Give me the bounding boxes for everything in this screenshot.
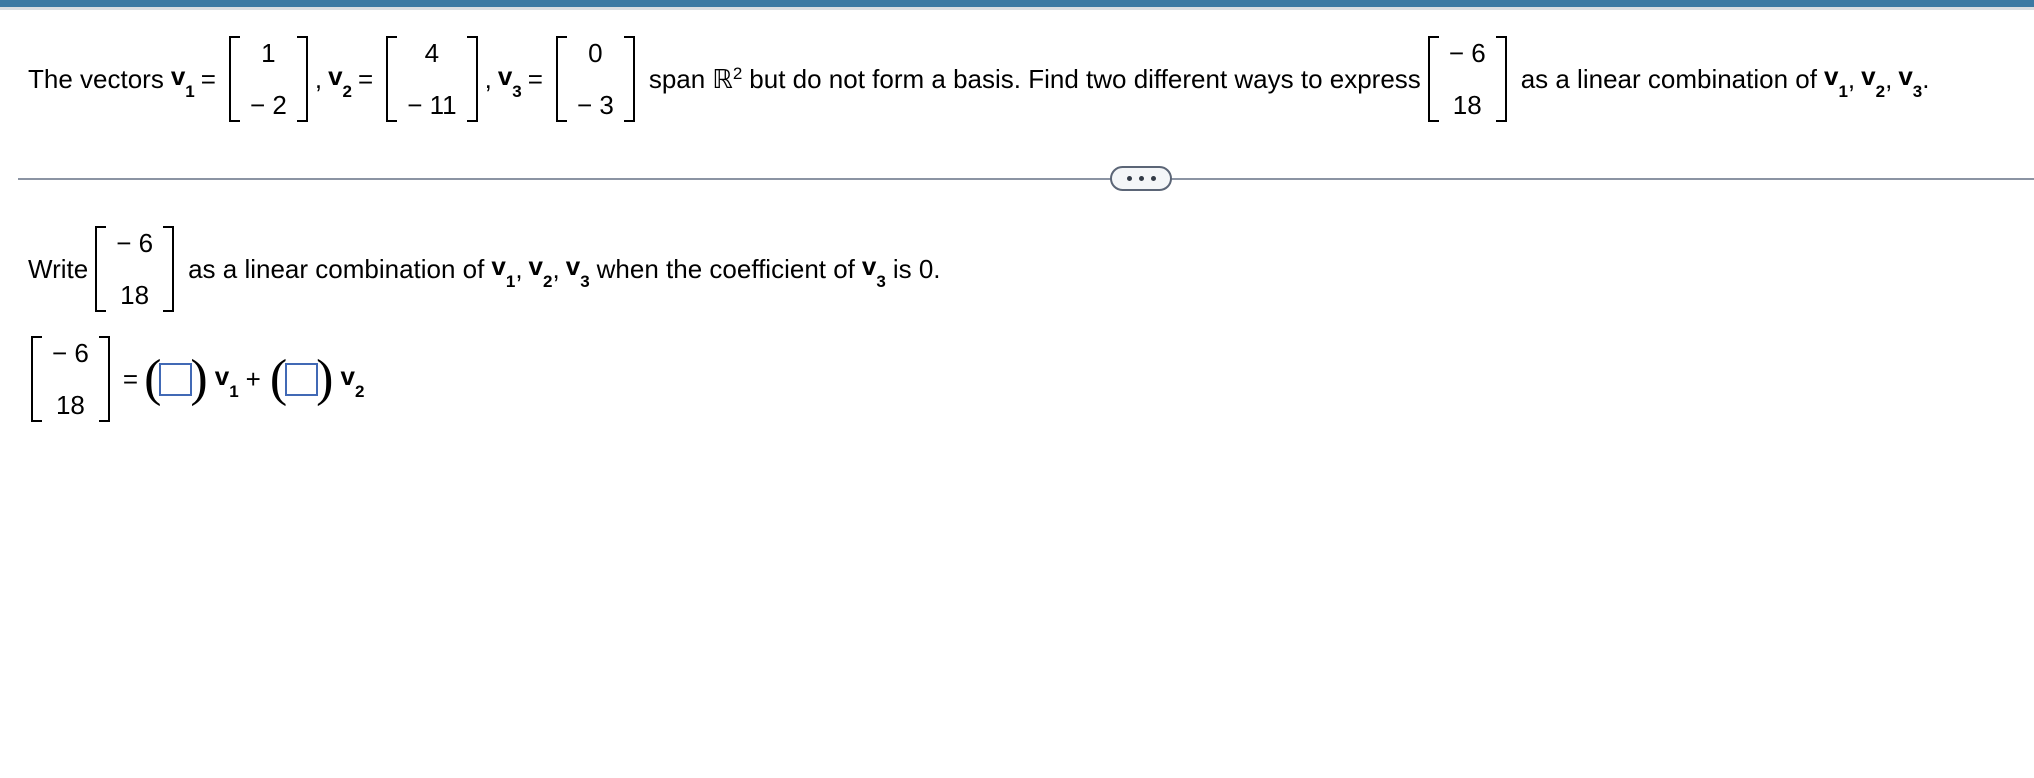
matrix-cell: 18	[1452, 90, 1482, 120]
separator-comma: ,	[515, 253, 523, 284]
matrix-cell: − 6	[116, 228, 154, 258]
equation-term2-label: v2	[340, 361, 365, 402]
sentence-period: .	[1922, 63, 1930, 94]
bracket-right	[163, 226, 175, 312]
vector-v1-matrix: 1 − 2	[228, 36, 308, 122]
write-vector-v1-label: v1	[491, 251, 516, 292]
matrix-cell: − 11	[407, 90, 457, 120]
separator-comma: ,	[314, 63, 323, 94]
problem-statement: The vectors v1 = 1 − 2 , v2 = 4 − 11 , v…	[0, 10, 2034, 122]
v1-equals-sign: =	[200, 63, 216, 94]
write-vector-v2-label: v2	[528, 251, 553, 292]
answer-section: Write − 6 18 as a linear combination of …	[0, 192, 2034, 422]
answer-equation: − 6 18 = ( ) v1 + ( ) v2	[24, 336, 2034, 422]
equation-equals-sign: =	[122, 363, 139, 394]
write-text: Write	[28, 253, 89, 284]
tail-vector-v1-label: v1	[1823, 61, 1848, 102]
close-paren-2: )	[316, 349, 334, 407]
problem-lead-text: The vectors	[28, 63, 164, 94]
v2-equals-sign: =	[358, 63, 374, 94]
ellipsis-dot-icon	[1138, 176, 1144, 181]
write-mid-text: as a linear combination of	[188, 253, 485, 284]
bracket-left	[555, 36, 567, 122]
bracket-right	[623, 36, 635, 122]
open-paren-1: (	[144, 349, 162, 407]
span-word: span	[648, 63, 706, 94]
coefficient-1-input[interactable]	[159, 362, 193, 396]
matrix-cell: 18	[55, 390, 85, 420]
bracket-right	[98, 336, 110, 422]
target-vector-matrix: − 6 18	[1427, 36, 1507, 122]
bracket-left	[31, 336, 42, 422]
matrix-cell: 18	[120, 280, 150, 310]
divider-line	[18, 178, 2034, 180]
problem-mid-text: but do not form a basis. Find two differ…	[749, 63, 1421, 94]
vector-v3-label: v3	[497, 61, 522, 102]
matrix-cell: − 6	[52, 338, 89, 368]
close-paren-1: )	[190, 349, 208, 407]
matrix-cell: 1	[261, 38, 276, 68]
vector-v1-label: v1	[170, 61, 195, 102]
separator-comma: ,	[552, 253, 560, 284]
bracket-left	[386, 36, 398, 122]
matrix-cell: − 3	[576, 90, 614, 120]
separator-comma: ,	[1885, 63, 1893, 94]
matrix-cell: 4	[424, 38, 440, 68]
equation-lhs-matrix: − 6 18	[31, 336, 110, 422]
write-when-text: when the coefficient of	[596, 253, 855, 284]
write-instruction: Write − 6 18 as a linear combination of …	[28, 226, 2034, 312]
bracket-left	[1427, 36, 1439, 122]
bracket-right	[296, 36, 308, 122]
separator-comma: ,	[484, 63, 492, 94]
v3-equals-sign: =	[527, 63, 543, 94]
section-divider	[0, 166, 2034, 192]
write-is-zero-text: is 0.	[892, 253, 941, 284]
matrix-cell: 0	[588, 38, 603, 68]
vector-v3-matrix: 0 − 3	[555, 36, 635, 122]
matrix-cell: − 2	[249, 90, 287, 120]
separator-comma: ,	[1847, 63, 1856, 94]
bracket-left	[95, 226, 107, 312]
ellipsis-dot-icon	[1126, 176, 1132, 181]
coefficient-2-input[interactable]	[285, 362, 319, 396]
real-field-symbol: ℝ2	[712, 63, 743, 94]
equation-term1-label: v1	[214, 361, 239, 402]
ellipsis-dot-icon	[1150, 176, 1156, 181]
bracket-left	[228, 36, 240, 122]
tail-vector-v3-label: v3	[1898, 61, 1923, 102]
bracket-right	[1495, 36, 1507, 122]
write-vector-v3b-label: v3	[861, 251, 886, 292]
write-vector-v3-label: v3	[565, 251, 590, 292]
write-target-vector-matrix: − 6 18	[95, 226, 175, 312]
open-paren-2: (	[269, 349, 288, 407]
app-top-accent-bar	[0, 0, 2034, 7]
expand-ellipsis-button[interactable]	[1110, 166, 1172, 191]
tail-vector-v2-label: v2	[1861, 61, 1886, 102]
bracket-right	[466, 36, 478, 122]
plus-sign: +	[245, 363, 261, 394]
matrix-cell: − 6	[1448, 38, 1486, 68]
problem-tail-text: as a linear combination of	[1520, 63, 1817, 94]
vector-v2-matrix: 4 − 11	[386, 36, 478, 122]
vector-v2-label: v2	[328, 61, 352, 102]
